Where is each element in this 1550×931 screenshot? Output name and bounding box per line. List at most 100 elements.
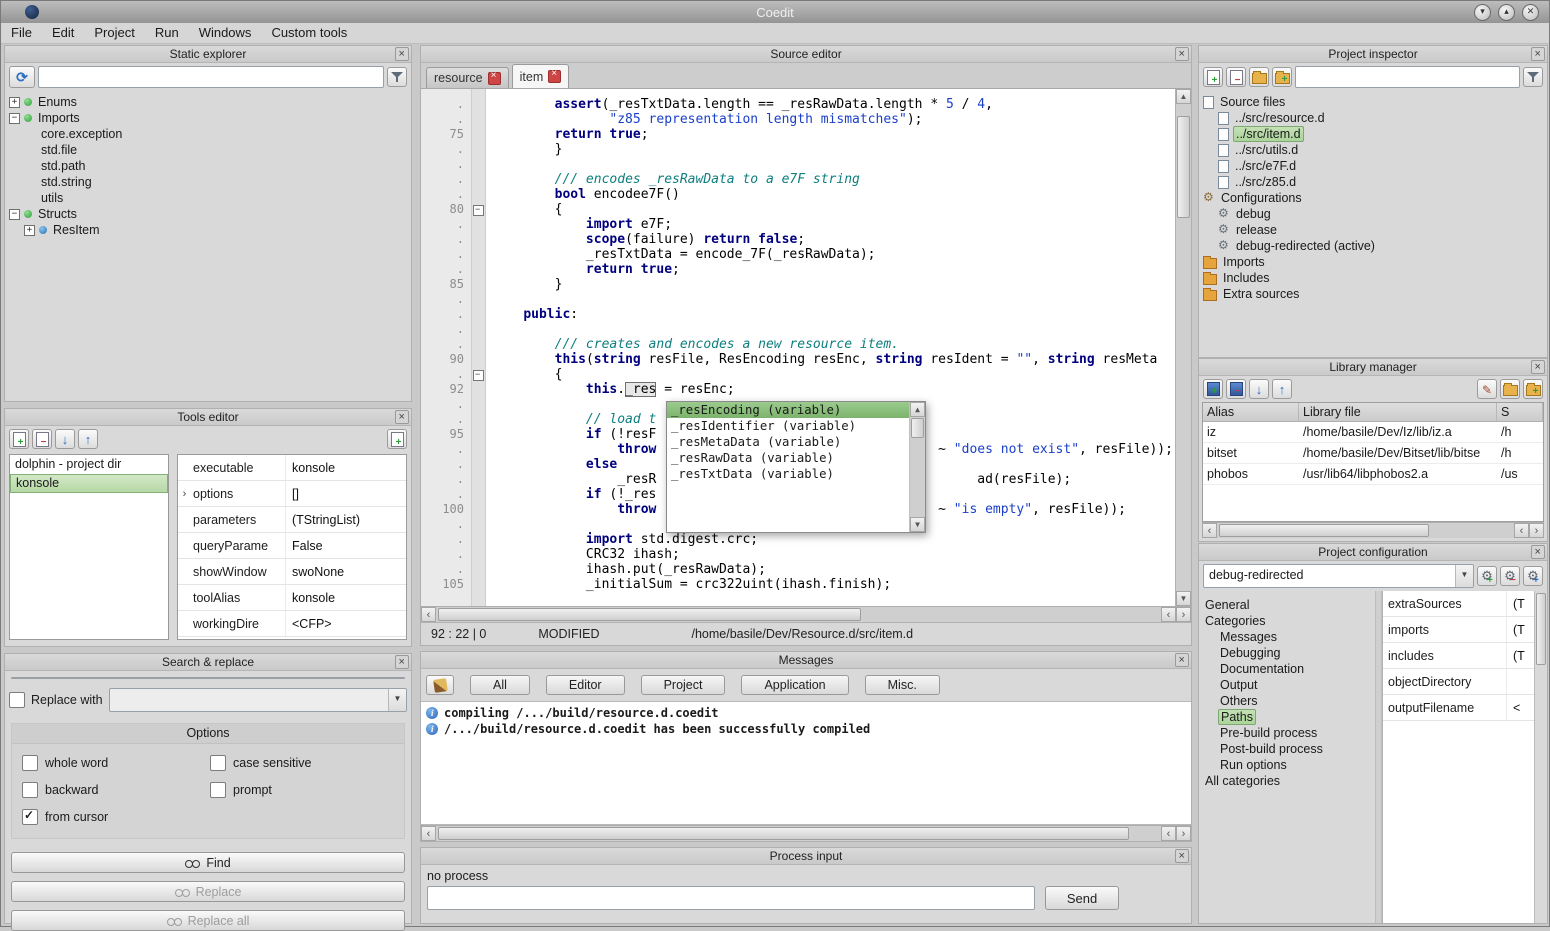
tree-item[interactable]: ../src/z85.d [1199, 174, 1547, 190]
code-area[interactable]: assert(_resTxtData.length == _resRawData… [486, 89, 1175, 606]
column-header-library-file[interactable]: Library file [1299, 403, 1497, 421]
library-horizontal-scrollbar[interactable] [1202, 522, 1544, 538]
filter-all-button[interactable]: All [470, 675, 530, 695]
editor-vertical-scrollbar[interactable] [1175, 89, 1191, 606]
library-from-folder-button[interactable] [1500, 379, 1520, 399]
code-line[interactable]: _resTxtData = encode_7F(_resRawData); [492, 247, 1175, 262]
option-whole-word[interactable]: whole word [22, 755, 206, 771]
open-folder-button[interactable]: + [1272, 67, 1292, 87]
scroll-left-icon[interactable] [1161, 607, 1176, 622]
tree-item[interactable]: ../src/item.d [1199, 126, 1547, 142]
menu-project[interactable]: Project [84, 23, 144, 43]
filter-button[interactable] [387, 67, 407, 87]
add-configuration-button[interactable]: + [1477, 566, 1497, 586]
tree-item[interactable]: ../src/e7F.d [1199, 158, 1547, 174]
menu-run[interactable]: Run [145, 23, 189, 43]
option-case-sensitive[interactable]: case sensitive [210, 755, 394, 771]
close-tab-icon[interactable] [548, 70, 561, 83]
code-line[interactable]: ihash.put(_resRawData); [492, 562, 1175, 577]
column-header-alias[interactable]: Alias [1203, 403, 1299, 421]
close-button[interactable]: ✕ [1522, 4, 1539, 21]
close-tab-icon[interactable] [488, 72, 501, 85]
messages-horizontal-scrollbar[interactable] [421, 825, 1191, 841]
scroll-left-icon[interactable] [1202, 523, 1217, 538]
property-value[interactable]: (TStringList) [286, 513, 406, 527]
move-tool-down-button[interactable] [55, 429, 75, 449]
tree-item[interactable]: +ResItem [5, 222, 411, 238]
clone-tool-button[interactable]: + [387, 429, 407, 449]
edit-library-button[interactable] [1477, 379, 1497, 399]
tree-item[interactable]: Paths [1199, 709, 1375, 725]
property-row[interactable]: workingDire<CFP> [178, 611, 406, 637]
scrollbar-thumb[interactable] [1219, 524, 1429, 537]
tree-item[interactable]: debug-redirected (active) [1199, 238, 1547, 254]
library-row[interactable]: iz/home/basile/Dev/Iz/lib/iz.a/h [1203, 422, 1543, 443]
expander-icon[interactable]: + [9, 97, 20, 108]
tab-resource[interactable]: resource [426, 67, 509, 88]
tree-item[interactable]: Imports [1199, 254, 1547, 270]
property-value[interactable]: <CFP> [286, 617, 406, 631]
close-panel-icon[interactable] [1531, 360, 1545, 374]
code-line[interactable]: } [492, 142, 1175, 157]
close-panel-icon[interactable] [1531, 47, 1545, 61]
option-backward[interactable]: backward [22, 782, 206, 798]
remove-tool-button[interactable]: − [32, 429, 52, 449]
tree-item[interactable]: Pre-build process [1199, 725, 1375, 741]
scroll-right-icon[interactable] [1529, 523, 1544, 538]
tab-item[interactable]: item [512, 64, 570, 88]
replace-term-value[interactable] [110, 689, 388, 711]
code-line[interactable] [492, 322, 1175, 337]
maximize-button[interactable]: ▴ [1498, 4, 1515, 21]
scrollbar-thumb[interactable] [1536, 593, 1546, 665]
property-value[interactable]: < [1507, 701, 1534, 715]
add-tool-button[interactable]: + [9, 429, 29, 449]
property-row[interactable]: parameters(TStringList) [178, 507, 406, 533]
replace-with-checkbox[interactable] [9, 692, 25, 708]
code-line[interactable] [492, 292, 1175, 307]
option-from-cursor[interactable]: from cursor [22, 809, 206, 825]
checkbox-box[interactable] [22, 782, 38, 798]
scrollbar-thumb[interactable] [438, 608, 861, 621]
completion-item[interactable]: _resMetaData (variable) [667, 434, 909, 450]
tree-item[interactable]: std.file [5, 142, 411, 158]
chevron-down-icon[interactable]: ▼ [388, 689, 406, 711]
code-line[interactable]: import std.digest.crc; [492, 532, 1175, 547]
tree-item[interactable]: Debugging [1199, 645, 1375, 661]
checkbox-box[interactable] [210, 755, 226, 771]
close-panel-icon[interactable] [1175, 653, 1189, 667]
tree-item[interactable]: core.exception [5, 126, 411, 142]
tree-item[interactable]: ../src/utils.d [1199, 142, 1547, 158]
tree-item[interactable]: All categories [1199, 773, 1375, 789]
scroll-left-icon[interactable] [1514, 523, 1529, 538]
code-line[interactable]: /// creates and encodes a new resource i… [492, 337, 1175, 352]
scroll-left-icon[interactable] [421, 607, 436, 622]
find-button[interactable]: Find [11, 852, 405, 873]
replace-all-button[interactable]: Replace all [11, 910, 405, 931]
option-prompt[interactable]: prompt [210, 782, 394, 798]
code-line[interactable]: this(string resFile, ResEncoding resEnc,… [492, 352, 1175, 367]
scroll-down-icon[interactable] [910, 517, 925, 532]
scroll-up-icon[interactable] [910, 402, 925, 417]
clone-configuration-button[interactable]: + [1523, 566, 1543, 586]
property-value[interactable]: [] [286, 487, 406, 501]
tree-item[interactable]: Categories [1199, 613, 1375, 629]
code-line[interactable]: assert(_resTxtData.length == _resRawData… [492, 97, 1175, 112]
code-line[interactable]: import e7F; [492, 217, 1175, 232]
add-folder-button[interactable] [1249, 67, 1269, 87]
send-button[interactable]: Send [1045, 886, 1119, 910]
tree-item[interactable]: Others [1199, 693, 1375, 709]
scroll-left-icon[interactable] [1161, 826, 1176, 841]
tree-item[interactable]: Configurations [1199, 190, 1547, 206]
symbol-filter-input[interactable] [38, 66, 384, 88]
replace-term-combobox[interactable]: ▼ [109, 688, 407, 712]
tree-item[interactable]: std.string [5, 174, 411, 190]
code-line[interactable]: return true; [492, 127, 1175, 142]
filter-button[interactable] [1523, 67, 1543, 87]
configuration-scrollbar[interactable] [1534, 591, 1547, 923]
tree-item[interactable]: Run options [1199, 757, 1375, 773]
property-row[interactable]: executablekonsole [178, 455, 406, 481]
property-value[interactable]: (T [1507, 597, 1534, 611]
chevron-down-icon[interactable]: ▼ [1455, 565, 1473, 587]
code-line[interactable] [492, 157, 1175, 172]
configuration-selector-value[interactable]: debug-redirected [1204, 565, 1455, 587]
